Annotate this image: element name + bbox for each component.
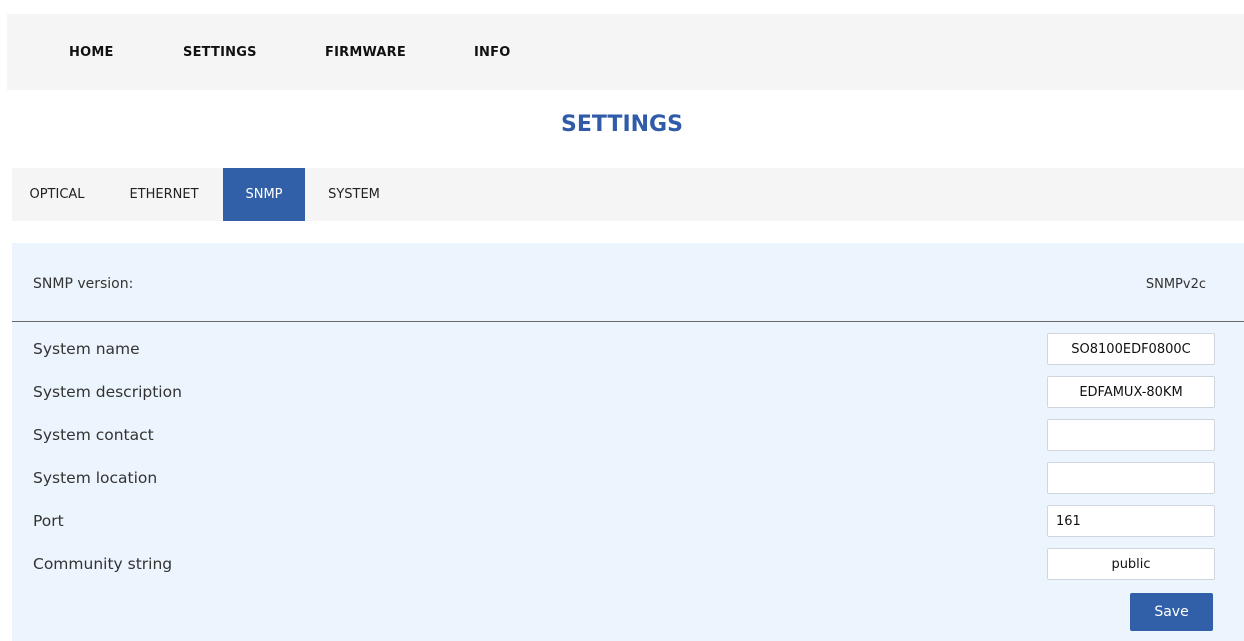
system-description-label: System description bbox=[33, 383, 182, 401]
tab-optical[interactable]: OPTICAL bbox=[20, 168, 94, 221]
divider bbox=[12, 321, 1244, 322]
nav-settings[interactable]: SETTINGS bbox=[183, 45, 257, 60]
system-name-row: System name bbox=[12, 333, 1244, 367]
system-description-input[interactable] bbox=[1047, 376, 1215, 408]
system-name-input[interactable] bbox=[1047, 333, 1215, 365]
port-label: Port bbox=[33, 512, 64, 530]
system-contact-label: System contact bbox=[33, 426, 154, 444]
page-title: SETTINGS bbox=[561, 112, 683, 137]
system-contact-input[interactable] bbox=[1047, 419, 1215, 451]
community-string-row: Community string bbox=[12, 548, 1244, 582]
nav-home[interactable]: HOME bbox=[69, 45, 114, 60]
nav-info[interactable]: INFO bbox=[474, 45, 510, 60]
tab-ethernet[interactable]: ETHERNET bbox=[122, 168, 206, 221]
system-description-row: System description bbox=[12, 376, 1244, 410]
save-button[interactable]: Save bbox=[1130, 593, 1213, 631]
system-location-input[interactable] bbox=[1047, 462, 1215, 494]
system-location-row: System location bbox=[12, 462, 1244, 496]
tab-system[interactable]: SYSTEM bbox=[318, 168, 390, 221]
snmp-version-label: SNMP version: bbox=[33, 276, 134, 292]
settings-tab-bar: OPTICAL ETHERNET SNMP SYSTEM bbox=[12, 168, 1244, 221]
community-string-input[interactable] bbox=[1047, 548, 1215, 580]
community-string-label: Community string bbox=[33, 555, 173, 573]
snmp-version-value: SNMPv2c bbox=[1145, 277, 1206, 292]
port-row: Port bbox=[12, 505, 1244, 539]
port-input[interactable] bbox=[1047, 505, 1215, 537]
snmp-settings-panel: SNMP version: SNMPv2c System name System… bbox=[12, 243, 1244, 641]
nav-firmware[interactable]: FIRMWARE bbox=[325, 45, 406, 60]
top-navigation: HOME SETTINGS FIRMWARE INFO bbox=[7, 14, 1244, 90]
system-location-label: System location bbox=[33, 469, 158, 487]
tab-snmp[interactable]: SNMP bbox=[223, 168, 305, 221]
snmp-version-row: SNMP version: SNMPv2c bbox=[12, 243, 1244, 321]
system-name-label: System name bbox=[33, 340, 140, 358]
system-contact-row: System contact bbox=[12, 419, 1244, 453]
